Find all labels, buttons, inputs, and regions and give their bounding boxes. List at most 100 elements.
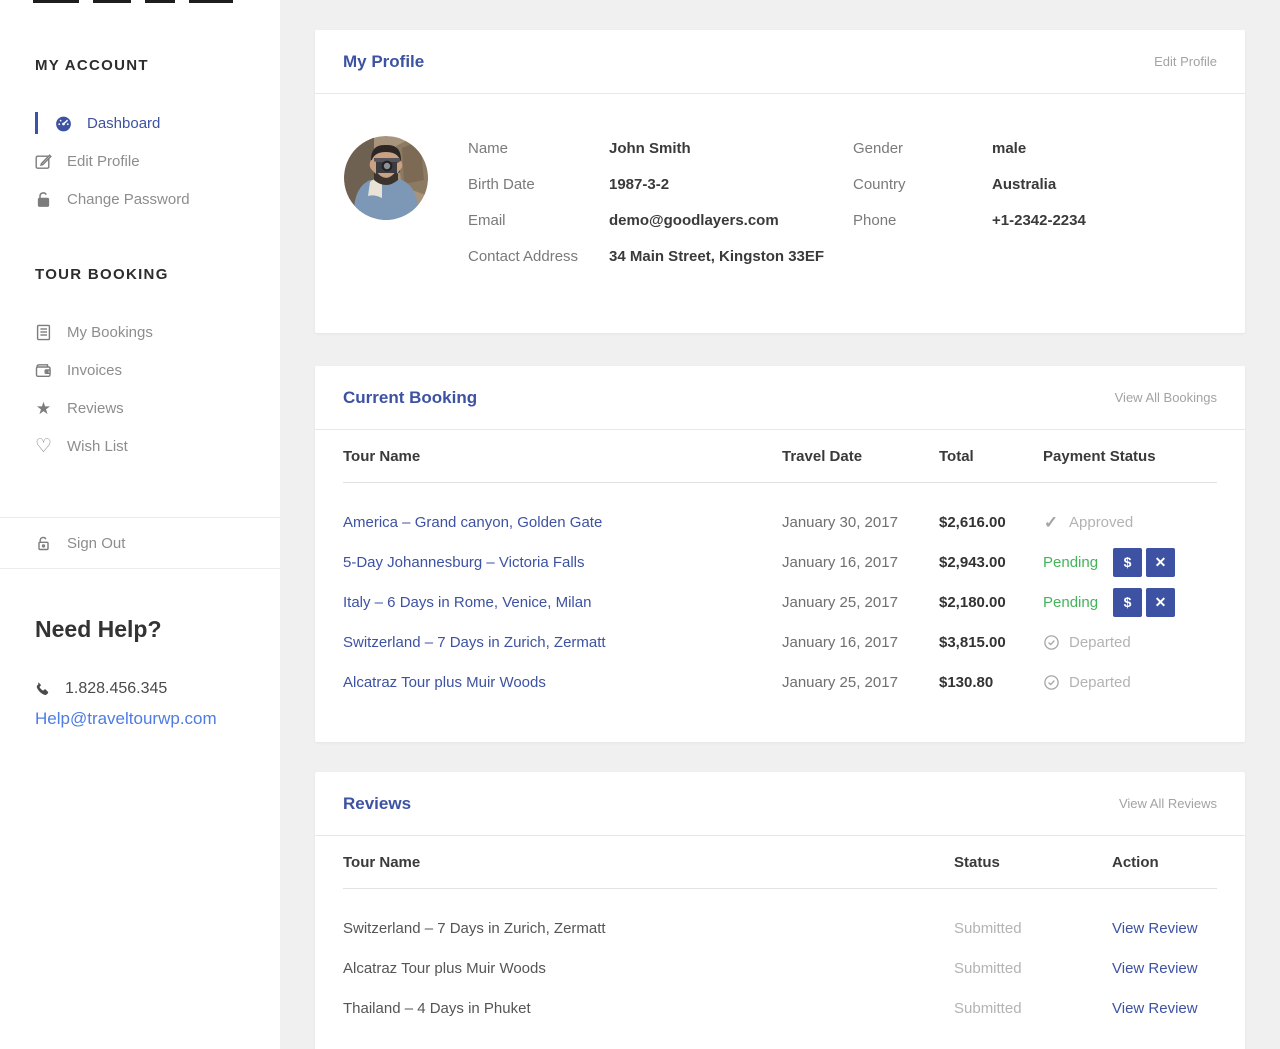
sidebar-item-label: Sign Out — [67, 535, 125, 552]
wallet-icon — [35, 362, 52, 379]
review-status: Submitted — [954, 920, 1112, 937]
field-value: demo@goodlayers.com — [609, 211, 779, 231]
sidebar-item-my-bookings[interactable]: My Bookings — [0, 313, 280, 351]
field-value: 1987-3-2 — [609, 175, 669, 195]
pay-button[interactable]: $ — [1113, 548, 1142, 577]
my-account-heading: MY ACCOUNT — [35, 57, 280, 74]
tour-name-link[interactable]: Alcatraz Tour plus Muir Woods — [343, 674, 782, 691]
sidebar-item-label: My Bookings — [67, 324, 153, 341]
field-value: Australia — [992, 175, 1056, 195]
total-amount: $3,815.00 — [939, 634, 1043, 651]
travel-date: January 25, 2017 — [782, 674, 939, 691]
table-row: Alcatraz Tour plus Muir Woods Submitted … — [343, 948, 1217, 988]
phone-icon — [35, 681, 51, 697]
cutoff-logo — [33, 0, 233, 3]
field-label: Country — [853, 175, 992, 195]
table-row: 5-Day Johannesburg – Victoria Falls Janu… — [343, 542, 1217, 582]
divider — [0, 568, 280, 569]
payment-status: Pending — [1043, 554, 1113, 571]
field-label: Contact Address — [468, 247, 609, 267]
tour-name: Switzerland – 7 Days in Zurich, Zermatt — [343, 920, 954, 937]
current-booking-card: Current Booking View All Bookings Tour N… — [315, 366, 1245, 742]
field-label: Email — [468, 211, 609, 231]
table-row: America – Grand canyon, Golden Gate Janu… — [343, 502, 1217, 542]
booking-nav: My Bookings Invoices ★ Reviews ♡ Wish Li… — [0, 313, 280, 465]
sidebar-item-wish-list[interactable]: ♡ Wish List — [0, 427, 280, 465]
total-amount: $2,943.00 — [939, 554, 1043, 571]
sidebar-item-label: Change Password — [67, 191, 190, 208]
current-booking-title: Current Booking — [343, 388, 477, 408]
tour-name-link[interactable]: America – Grand canyon, Golden Gate — [343, 514, 782, 531]
travel-date: January 25, 2017 — [782, 594, 939, 611]
star-icon: ★ — [35, 400, 52, 417]
table-row: Italy – 6 Days in Rome, Venice, Milan Ja… — [343, 582, 1217, 622]
column-header: Travel Date — [782, 448, 939, 465]
column-header: Action — [1112, 854, 1217, 871]
cancel-booking-button[interactable]: ✕ — [1146, 588, 1175, 617]
field-label: Birth Date — [468, 175, 609, 195]
departed-icon — [1043, 634, 1059, 650]
payment-status: Departed — [1069, 674, 1131, 691]
tour-name: Thailand – 4 Days in Phuket — [343, 1000, 954, 1017]
column-header: Payment Status — [1043, 448, 1217, 465]
view-all-bookings-link[interactable]: View All Bookings — [1115, 390, 1217, 405]
table-row: Switzerland – 7 Days in Zurich, Zermatt … — [343, 908, 1217, 948]
review-status: Submitted — [954, 1000, 1112, 1017]
heart-icon: ♡ — [35, 438, 52, 455]
field-label: Name — [468, 139, 609, 159]
view-review-link[interactable]: View Review — [1112, 1000, 1217, 1017]
account-nav: Dashboard Edit Profile Change Password — [0, 104, 280, 218]
help-phone: 1.828.456.345 — [35, 680, 280, 698]
view-review-link[interactable]: View Review — [1112, 920, 1217, 937]
travel-date: January 16, 2017 — [782, 554, 939, 571]
column-header: Tour Name — [343, 448, 782, 465]
pay-button[interactable]: $ — [1113, 588, 1142, 617]
review-status: Submitted — [954, 960, 1112, 977]
lock-icon — [35, 191, 52, 208]
field-value: John Smith — [609, 139, 691, 159]
sidebar-item-sign-out[interactable]: Sign Out — [0, 518, 280, 568]
dashboard-icon — [55, 115, 72, 132]
tour-name: Alcatraz Tour plus Muir Woods — [343, 960, 954, 977]
total-amount: $2,180.00 — [939, 594, 1043, 611]
sidebar-item-label: Wish List — [67, 438, 128, 455]
column-header: Status — [954, 854, 1112, 871]
sidebar-item-label: Edit Profile — [67, 153, 140, 170]
sidebar-item-label: Reviews — [67, 400, 124, 417]
sidebar-item-dashboard[interactable]: Dashboard — [0, 104, 280, 142]
profile-fields-left: NameJohn Smith Birth Date1987-3-2 Emaild… — [468, 139, 853, 283]
sidebar-item-change-password[interactable]: Change Password — [0, 180, 280, 218]
view-review-link[interactable]: View Review — [1112, 960, 1217, 977]
sidebar-item-reviews[interactable]: ★ Reviews — [0, 389, 280, 427]
main-content: My Profile Edit Profile — [280, 0, 1280, 1049]
field-value: 34 Main Street, Kingston 33EF — [609, 247, 824, 267]
departed-icon — [1043, 674, 1059, 690]
sidebar-item-edit-profile[interactable]: Edit Profile — [0, 142, 280, 180]
cancel-booking-button[interactable]: ✕ — [1146, 548, 1175, 577]
sidebar-item-invoices[interactable]: Invoices — [0, 351, 280, 389]
column-header: Tour Name — [343, 854, 954, 871]
table-row: Thailand – 4 Days in Phuket Submitted Vi… — [343, 988, 1217, 1028]
my-profile-title: My Profile — [343, 52, 424, 72]
payment-status: Pending — [1043, 594, 1113, 611]
travel-date: January 30, 2017 — [782, 514, 939, 531]
column-header: Total — [939, 448, 1043, 465]
travel-date: January 16, 2017 — [782, 634, 939, 651]
total-amount: $130.80 — [939, 674, 1043, 691]
sidebar-item-label: Dashboard — [87, 115, 160, 132]
bookings-icon — [35, 324, 52, 341]
field-label: Gender — [853, 139, 992, 159]
payment-status: Approved — [1069, 514, 1133, 531]
booking-table-header: Tour Name Travel Date Total Payment Stat… — [343, 430, 1217, 483]
edit-profile-link[interactable]: Edit Profile — [1154, 54, 1217, 69]
tour-name-link[interactable]: 5-Day Johannesburg – Victoria Falls — [343, 554, 782, 571]
view-all-reviews-link[interactable]: View All Reviews — [1119, 796, 1217, 811]
tour-name-link[interactable]: Italy – 6 Days in Rome, Venice, Milan — [343, 594, 782, 611]
tour-name-link[interactable]: Switzerland – 7 Days in Zurich, Zermatt — [343, 634, 782, 651]
help-phone-number: 1.828.456.345 — [65, 680, 167, 698]
help-email-link[interactable]: Help@traveltourwp.com — [35, 709, 280, 729]
edit-icon — [35, 153, 52, 170]
field-value: male — [992, 139, 1026, 159]
reviews-title: Reviews — [343, 794, 411, 814]
reviews-table-header: Tour Name Status Action — [343, 836, 1217, 889]
